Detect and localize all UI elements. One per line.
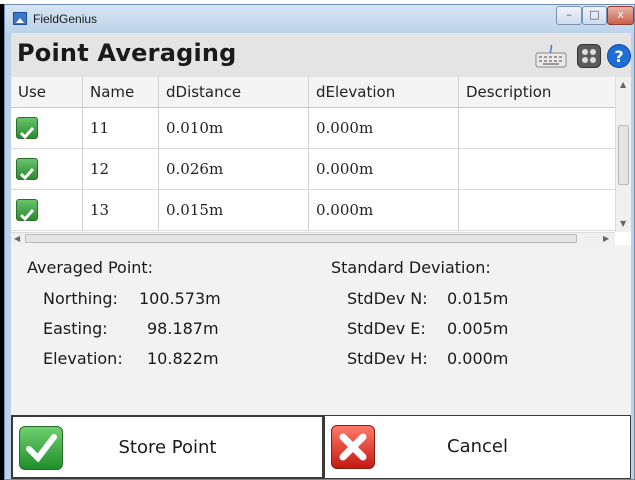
table-header: Use Name dDistance dElevation Descriptio… bbox=[11, 77, 615, 108]
stddev-n-label: StdDev N: bbox=[347, 289, 428, 308]
stddev-h-label: StdDev H: bbox=[347, 349, 428, 368]
page-title: Point Averaging bbox=[17, 39, 237, 67]
checkbox-checked-icon[interactable] bbox=[16, 158, 38, 181]
ddistance-cell: 0.026m bbox=[159, 149, 309, 189]
name-cell: 12 bbox=[83, 149, 159, 189]
std-deviation-heading: Standard Deviation: bbox=[331, 258, 491, 277]
name-cell: 13 bbox=[83, 190, 159, 230]
averaged-point-heading: Averaged Point: bbox=[27, 258, 154, 277]
cancel-button[interactable]: Cancel bbox=[324, 415, 631, 479]
table-row[interactable]: 13 0.015m 0.000m bbox=[11, 190, 615, 231]
elevation-label: Elevation: bbox=[43, 349, 123, 368]
column-header-use[interactable]: Use bbox=[11, 77, 83, 107]
delevation-cell: 0.000m bbox=[309, 149, 459, 189]
column-header-ddistance[interactable]: dDistance bbox=[159, 77, 309, 107]
vertical-scrollbar[interactable]: ▲ ▼ bbox=[615, 77, 631, 232]
description-cell[interactable] bbox=[459, 108, 615, 148]
help-icon[interactable]: ? bbox=[607, 44, 631, 68]
minimize-button[interactable]: – bbox=[556, 6, 582, 25]
column-header-delevation[interactable]: dElevation bbox=[309, 77, 459, 107]
scroll-left-arrow-icon[interactable]: ◀ bbox=[14, 234, 20, 244]
horizontal-scrollbar[interactable]: ◀ ▶ bbox=[11, 232, 615, 245]
checkbox-checked-icon[interactable] bbox=[16, 199, 38, 222]
maximize-button[interactable]: □ bbox=[582, 6, 607, 25]
scroll-down-arrow-icon[interactable]: ▼ bbox=[620, 219, 626, 229]
action-bar: Store Point Cancel bbox=[11, 415, 631, 479]
stddev-e-value: 0.005m bbox=[447, 319, 509, 338]
description-cell[interactable] bbox=[459, 149, 615, 189]
table-row[interactable]: 11 0.010m 0.000m bbox=[11, 108, 615, 149]
column-header-description[interactable]: Description bbox=[459, 77, 615, 107]
client-area: Point Averaging ? Use Name dDistance dEl… bbox=[11, 33, 631, 479]
delevation-cell: 0.000m bbox=[309, 190, 459, 230]
use-cell[interactable] bbox=[11, 190, 83, 230]
results-panel: Averaged Point: Northing: 100.573m Easti… bbox=[11, 245, 631, 417]
close-button[interactable]: x bbox=[607, 6, 634, 25]
store-point-label: Store Point bbox=[118, 437, 217, 458]
cancel-label: Cancel bbox=[447, 436, 508, 457]
use-cell[interactable] bbox=[11, 149, 83, 189]
svg-text:?: ? bbox=[614, 47, 623, 66]
name-cell: 11 bbox=[83, 108, 159, 148]
scroll-up-arrow-icon[interactable]: ▲ bbox=[620, 80, 626, 90]
app-window: FieldGenius – □ x Point Averaging ? Use … bbox=[4, 4, 635, 480]
northing-value: 100.573m bbox=[139, 289, 221, 308]
column-header-name[interactable]: Name bbox=[83, 77, 159, 107]
elevation-value: 10.822m bbox=[147, 349, 219, 368]
horizontal-scroll-thumb[interactable] bbox=[25, 234, 577, 243]
title-bar[interactable]: FieldGenius – □ x bbox=[5, 5, 634, 33]
checkbox-checked-icon[interactable] bbox=[16, 117, 38, 140]
store-point-button[interactable]: Store Point bbox=[11, 415, 324, 479]
window-title: FieldGenius bbox=[33, 12, 98, 26]
scroll-right-arrow-icon[interactable]: ▶ bbox=[603, 234, 609, 244]
stddev-e-label: StdDev E: bbox=[347, 319, 426, 338]
ddistance-cell: 0.015m bbox=[159, 190, 309, 230]
vertical-scroll-thumb[interactable] bbox=[618, 125, 629, 185]
app-logo-icon bbox=[13, 12, 27, 25]
delevation-cell: 0.000m bbox=[309, 108, 459, 148]
points-table: Use Name dDistance dElevation Descriptio… bbox=[11, 77, 631, 245]
table-row[interactable]: 12 0.026m 0.000m bbox=[11, 149, 615, 190]
northing-label: Northing: bbox=[43, 289, 118, 308]
easting-label: Easting: bbox=[43, 319, 108, 338]
easting-value: 98.187m bbox=[147, 319, 219, 338]
page-header: Point Averaging ? bbox=[11, 33, 631, 78]
description-cell[interactable] bbox=[459, 190, 615, 230]
ddistance-cell: 0.010m bbox=[159, 108, 309, 148]
apps-icon[interactable] bbox=[577, 44, 601, 68]
stddev-h-value: 0.000m bbox=[447, 349, 509, 368]
use-cell[interactable] bbox=[11, 108, 83, 148]
stddev-n-value: 0.015m bbox=[447, 289, 509, 308]
keyboard-icon[interactable] bbox=[535, 44, 567, 68]
